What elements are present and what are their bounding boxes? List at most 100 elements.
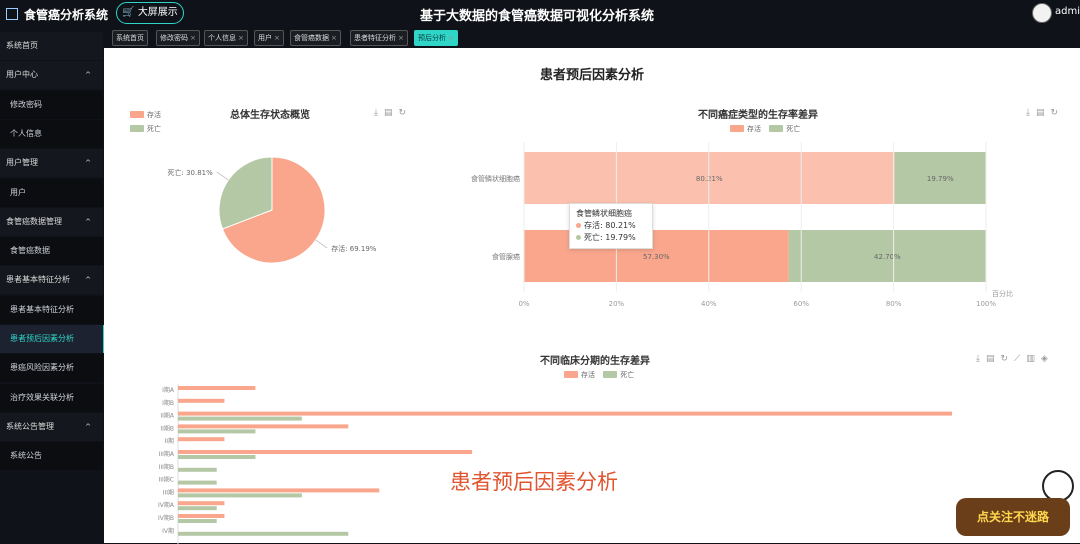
bar-chart-icon[interactable]: ▥: [1026, 354, 1035, 364]
sidebar-item-11[interactable]: 患癌风险因素分析: [0, 354, 103, 383]
refresh-icon[interactable]: ↻: [399, 108, 407, 118]
sidebar-item-8[interactable]: 患者基本特征分析 ^: [0, 266, 103, 295]
close-icon[interactable]: ×: [448, 34, 454, 42]
pie-label: 死亡: 30.81%: [168, 168, 214, 177]
close-icon[interactable]: ×: [238, 34, 244, 42]
stack-icon[interactable]: ◈: [1041, 354, 1048, 364]
sidebar-item-14[interactable]: 系统公告: [0, 442, 103, 471]
line-chart-icon[interactable]: ⟋: [1014, 354, 1020, 364]
tab-label: 预后分析: [418, 34, 446, 42]
follow-badge[interactable]: 点关注不迷路: [956, 498, 1070, 536]
username[interactable]: admin: [1055, 6, 1080, 17]
bar-value-label: 19.79%: [927, 175, 954, 183]
download-icon[interactable]: ⤓: [1026, 108, 1030, 118]
legend-swatch: [130, 111, 144, 118]
legend-item-dead[interactable]: 死亡: [130, 122, 161, 136]
pie-label-line: [315, 239, 328, 249]
pie-legend[interactable]: 存活 死亡: [130, 108, 161, 136]
sidebar-item-6[interactable]: 食管癌数据管理 ^: [0, 207, 103, 236]
tab-3[interactable]: 用户 ×: [254, 30, 284, 46]
sidebar-item-7[interactable]: 食管癌数据: [0, 237, 103, 266]
category-label: II期B: [160, 424, 174, 432]
legend-swatch: [603, 371, 618, 378]
tab-bar: 系统首页 修改密码 × 个人信息 × 用户 × 食管癌数据 × 患者特征分析 × 预后分析 ×: [104, 28, 1080, 48]
tab-5[interactable]: 患者特征分析 ×: [350, 30, 408, 46]
bar-value-label: 57.30%: [643, 253, 670, 261]
x-tick-label: 0%: [518, 300, 529, 308]
category-label: I期B: [162, 399, 174, 407]
bar-II期A-死亡[interactable]: [178, 416, 302, 421]
sidebar-item-2[interactable]: 修改密码: [0, 90, 103, 119]
sidebar-item-9[interactable]: 患者基本特征分析: [0, 295, 103, 324]
close-icon[interactable]: ×: [190, 34, 196, 42]
tab-0[interactable]: 系统首页: [112, 30, 148, 46]
tab-6[interactable]: 预后分析 ×: [414, 30, 458, 46]
close-icon[interactable]: ×: [274, 34, 280, 42]
data-view-icon[interactable]: ▤: [986, 354, 995, 364]
legend-swatch: [130, 125, 144, 132]
x-tick-label: 60%: [793, 300, 809, 308]
sidebar-item-5[interactable]: 用户: [0, 178, 103, 207]
tab-4[interactable]: 食管癌数据 ×: [290, 30, 341, 46]
sidebar-item-10[interactable]: 患者预后因素分析: [0, 325, 105, 353]
avatar[interactable]: [1032, 3, 1052, 23]
bar-III期B-死亡[interactable]: [178, 467, 217, 472]
download-icon[interactable]: ⤓: [374, 108, 378, 118]
legend-item-dead[interactable]: 死亡: [769, 125, 800, 133]
legend-item-alive[interactable]: 存活: [730, 125, 761, 133]
bar-value-label: 80.21%: [696, 175, 723, 183]
legend-item-dead[interactable]: 死亡: [603, 371, 634, 379]
bar-IV期B-存活[interactable]: [178, 514, 225, 518]
pie-toolbox: ⤓ ▤ ↻: [368, 108, 406, 118]
bar-II期B-死亡[interactable]: [178, 429, 256, 434]
bar-IV期A-死亡[interactable]: [178, 506, 217, 511]
tab-1[interactable]: 修改密码 ×: [156, 30, 200, 46]
sidebar-item-4[interactable]: 用户管理 ^: [0, 149, 103, 178]
chart-tooltip: 食管鳞状细胞癌 存活: 80.21% 死亡: 19.79%: [569, 203, 653, 249]
data-view-icon[interactable]: ▤: [1036, 108, 1045, 118]
sidebar: 系统首页 用户中心 ^ 修改密码 个人信息 用户管理 ^ 用户 食管癌数据管理 ^ 食管癌数据 患者基…: [0, 32, 105, 543]
legend-item-alive[interactable]: 存活: [564, 371, 595, 379]
bar-IV期A-存活[interactable]: [178, 501, 225, 506]
close-icon[interactable]: ×: [331, 34, 337, 42]
sidebar-item-0[interactable]: 系统首页: [0, 32, 103, 60]
app-logo[interactable]: 食管癌分析系统: [6, 6, 108, 23]
category-label: I期A: [162, 386, 175, 394]
data-view-icon[interactable]: ▤: [384, 108, 393, 118]
bar-IV期-死亡[interactable]: [178, 531, 349, 536]
bar-I期A-存活[interactable]: [178, 386, 256, 390]
close-icon[interactable]: ×: [398, 34, 404, 42]
download-icon[interactable]: ⤓: [976, 354, 980, 364]
bar-IV期B-死亡[interactable]: [178, 519, 217, 523]
tab-2[interactable]: 个人信息 ×: [204, 30, 248, 46]
legend-label: 死亡: [620, 371, 635, 379]
bigscreen-button[interactable]: 🛒 大屏展示: [116, 2, 184, 24]
cancer-type-legend[interactable]: 存活 死亡: [730, 124, 800, 134]
refresh-icon[interactable]: ↻: [1001, 354, 1009, 364]
bar-III期-存活[interactable]: [178, 488, 380, 493]
bar-III期A-存活[interactable]: [178, 450, 473, 454]
stage-legend[interactable]: 存活 死亡: [564, 370, 634, 380]
bar-III期C-死亡[interactable]: [178, 480, 217, 485]
refresh-icon[interactable]: ↻: [1051, 108, 1059, 118]
sidebar-item-12[interactable]: 治疗效果关联分析: [0, 383, 103, 412]
x-axis-label: 百分比: [992, 289, 1013, 298]
sidebar-item-1[interactable]: 用户中心 ^: [0, 61, 103, 90]
legend-item-alive[interactable]: 存活: [130, 108, 161, 122]
chevron-up-icon: ^: [85, 159, 91, 168]
cancer-type-chart-title: 不同癌症类型的生存率差异: [698, 110, 818, 121]
chevron-up-icon: ^: [85, 276, 91, 285]
tooltip-row-alive: 存活: 80.21%: [576, 220, 646, 232]
bar-II期-存活[interactable]: [178, 437, 225, 442]
category-label: IV期: [162, 527, 174, 535]
sidebar-item-3[interactable]: 个人信息: [0, 119, 103, 148]
bar-III期A-死亡[interactable]: [178, 455, 256, 459]
sidebar-item-13[interactable]: 系统公告管理 ^: [0, 412, 103, 441]
bar-II期B-存活[interactable]: [178, 424, 349, 429]
bar-I期B-存活[interactable]: [178, 398, 225, 403]
legend-label: 存活: [747, 125, 761, 133]
bar-II期A-存活[interactable]: [178, 411, 952, 416]
bar-III期-死亡[interactable]: [178, 493, 302, 498]
legend-label: 死亡: [147, 125, 161, 133]
sidebar-item-label: 治疗效果关联分析: [10, 392, 74, 402]
